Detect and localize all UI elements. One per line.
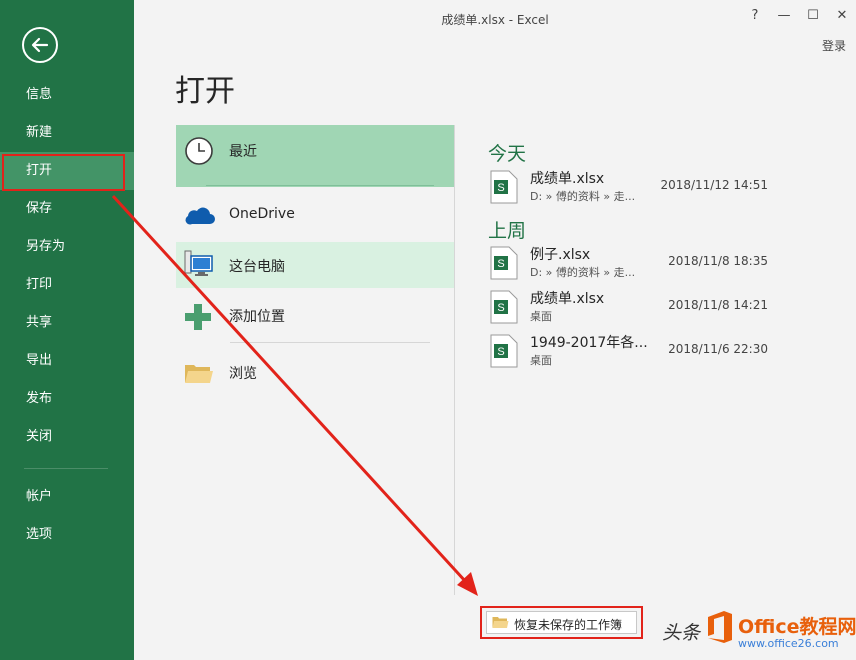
close-button[interactable]: ✕ bbox=[831, 6, 853, 26]
title-bar: 成绩单.xlsx - Excel ? — ☐ ✕ bbox=[134, 0, 856, 34]
office-logo-icon bbox=[708, 611, 732, 643]
watermark: 头条 Office教程网 www.office26.com bbox=[662, 604, 856, 656]
backstage-sidebar: 信息 新建 打开 保存 另存为 打印 共享 导出 发布 关闭 帐户 选项 bbox=[0, 0, 134, 660]
file-date: 2018/11/12 14:51 bbox=[660, 178, 768, 192]
svg-text:S: S bbox=[497, 182, 504, 194]
group-heading-last-week: 上周 bbox=[488, 220, 527, 242]
recent-file-item[interactable]: S 成绩单.xlsx D: » 傅的资料 » 走... 2018/11/12 1… bbox=[488, 168, 778, 208]
file-date: 2018/11/8 18:35 bbox=[668, 254, 768, 268]
group-heading-today: 今天 bbox=[488, 143, 527, 165]
clock-icon bbox=[185, 137, 213, 165]
plus-icon bbox=[185, 304, 211, 330]
place-browse-label: 浏览 bbox=[229, 366, 257, 382]
svg-text:S: S bbox=[497, 258, 504, 270]
nav-print[interactable]: 打印 bbox=[0, 266, 134, 304]
excel-file-icon: S bbox=[490, 290, 518, 324]
place-recent[interactable]: 最近 bbox=[176, 125, 454, 187]
nav-export[interactable]: 导出 bbox=[0, 342, 134, 380]
back-button[interactable] bbox=[22, 27, 58, 63]
recent-file-item[interactable]: S 成绩单.xlsx 桌面 2018/11/8 14:21 bbox=[488, 288, 778, 328]
nav-save-as[interactable]: 另存为 bbox=[0, 228, 134, 266]
file-name: 成绩单.xlsx bbox=[530, 291, 605, 307]
place-onedrive-label: OneDrive bbox=[229, 206, 295, 222]
nav-new[interactable]: 新建 bbox=[0, 114, 134, 152]
file-name: 成绩单.xlsx bbox=[530, 171, 605, 187]
excel-file-icon: S bbox=[490, 170, 518, 204]
file-path: D: » 傅的资料 » 走... bbox=[530, 266, 636, 279]
divider bbox=[206, 185, 434, 186]
place-browse[interactable]: 浏览 bbox=[176, 352, 454, 392]
annotation-highlight-box bbox=[2, 154, 125, 191]
recover-unsaved-workbooks-button[interactable]: 恢复未保存的工作簿 bbox=[480, 606, 643, 639]
file-name: 1949-2017年各... bbox=[530, 335, 648, 351]
back-arrow-icon bbox=[31, 37, 49, 53]
column-divider bbox=[454, 125, 455, 595]
file-path: 桌面 bbox=[530, 354, 552, 367]
divider bbox=[230, 342, 430, 343]
watermark-text: 头条 bbox=[662, 622, 701, 644]
nav-options[interactable]: 选项 bbox=[0, 516, 134, 554]
svg-text:S: S bbox=[497, 346, 504, 358]
nav-close[interactable]: 关闭 bbox=[0, 418, 134, 456]
excel-file-icon: S bbox=[490, 334, 518, 368]
watermark-brand: Office教程网 bbox=[738, 616, 856, 638]
place-this-pc-label: 这台电脑 bbox=[229, 259, 285, 275]
file-date: 2018/11/8 14:21 bbox=[668, 298, 768, 312]
folder-icon bbox=[492, 617, 509, 628]
nav-publish[interactable]: 发布 bbox=[0, 380, 134, 418]
minimize-button[interactable]: — bbox=[773, 6, 795, 26]
nav-share[interactable]: 共享 bbox=[0, 304, 134, 342]
place-onedrive[interactable]: OneDrive bbox=[176, 193, 454, 237]
nav-save[interactable]: 保存 bbox=[0, 190, 134, 228]
sidebar-divider bbox=[24, 468, 108, 469]
recover-button-label: 恢复未保存的工作簿 bbox=[514, 618, 623, 632]
excel-file-icon: S bbox=[490, 246, 518, 280]
file-date: 2018/11/6 22:30 bbox=[668, 342, 768, 356]
file-path: 桌面 bbox=[530, 310, 552, 323]
nav-account[interactable]: 帐户 bbox=[0, 478, 134, 516]
place-recent-label: 最近 bbox=[229, 144, 257, 160]
help-icon[interactable]: ? bbox=[744, 6, 766, 26]
svg-text:S: S bbox=[497, 302, 504, 314]
page-title: 打开 bbox=[175, 74, 235, 109]
maximize-button[interactable]: ☐ bbox=[802, 6, 824, 26]
computer-icon bbox=[184, 250, 213, 276]
sign-in-link[interactable]: 登录 bbox=[822, 37, 846, 54]
folder-icon bbox=[185, 365, 213, 383]
place-add-location[interactable]: 添加位置 bbox=[176, 293, 454, 337]
cloud-icon bbox=[185, 207, 215, 225]
recent-file-item[interactable]: S 1949-2017年各... 桌面 2018/11/6 22:30 bbox=[488, 332, 778, 372]
watermark-url: www.office26.com bbox=[738, 637, 839, 650]
recent-file-item[interactable]: S 例子.xlsx D: » 傅的资料 » 走... 2018/11/8 18:… bbox=[488, 244, 778, 284]
nav-info[interactable]: 信息 bbox=[0, 76, 134, 114]
recover-button-face[interactable]: 恢复未保存的工作簿 bbox=[486, 611, 637, 634]
place-this-pc[interactable]: 这台电脑 bbox=[176, 242, 454, 288]
file-name: 例子.xlsx bbox=[530, 247, 591, 263]
file-path: D: » 傅的资料 » 走... bbox=[530, 190, 636, 203]
place-add-label: 添加位置 bbox=[229, 309, 285, 325]
